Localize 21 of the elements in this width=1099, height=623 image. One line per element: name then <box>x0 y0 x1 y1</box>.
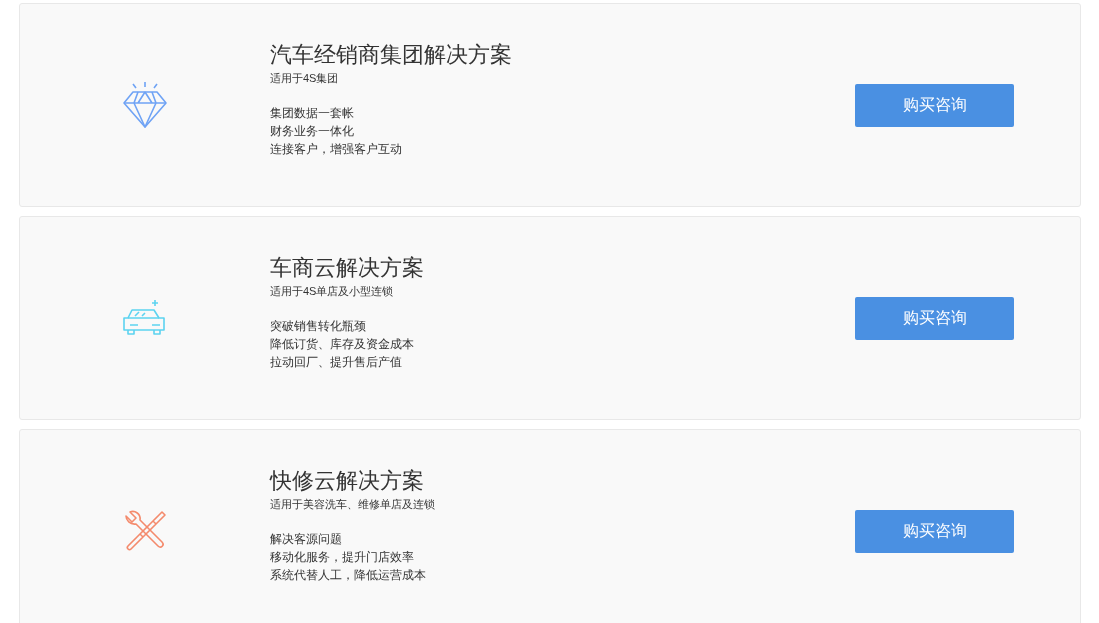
feature-text: 集团数据一套帐 <box>270 105 355 122</box>
solution-title: 汽车经销商集团解决方案 <box>270 41 513 69</box>
feature-text: 财务业务一体化 <box>270 123 355 140</box>
consult-button[interactable]: 购买咨询 <box>855 509 1014 553</box>
feature-text: 降低订货、库存及资金成本 <box>270 336 415 353</box>
solution-title: 车商云解决方案 <box>270 254 425 282</box>
feature-text: 系统代替人工，降低运营成本 <box>270 567 427 584</box>
feature-text: 突破销售转化瓶颈 <box>270 318 367 335</box>
feature-text: 连接客户，增强客户互动 <box>270 141 403 158</box>
feature-text: 拉动回厂、提升售后产值 <box>270 354 403 371</box>
feature-text: 移动化服务，提升门店效率 <box>270 549 415 566</box>
solution-subtitle: 适用于4S集团 <box>270 71 340 86</box>
consult-button[interactable]: 购买咨询 <box>855 296 1014 340</box>
consult-button[interactable]: 购买咨询 <box>855 83 1014 127</box>
solution-subtitle: 适用于4S单店及小型连锁 <box>270 284 395 299</box>
diamond-icon <box>121 80 169 130</box>
tools-icon <box>122 508 168 554</box>
solution-title: 快修云解决方案 <box>270 467 425 495</box>
car-icon <box>122 298 168 338</box>
feature-text: 解决客源问题 <box>270 531 343 548</box>
solution-subtitle: 适用于美容洗车、维修单店及连锁 <box>270 497 436 512</box>
